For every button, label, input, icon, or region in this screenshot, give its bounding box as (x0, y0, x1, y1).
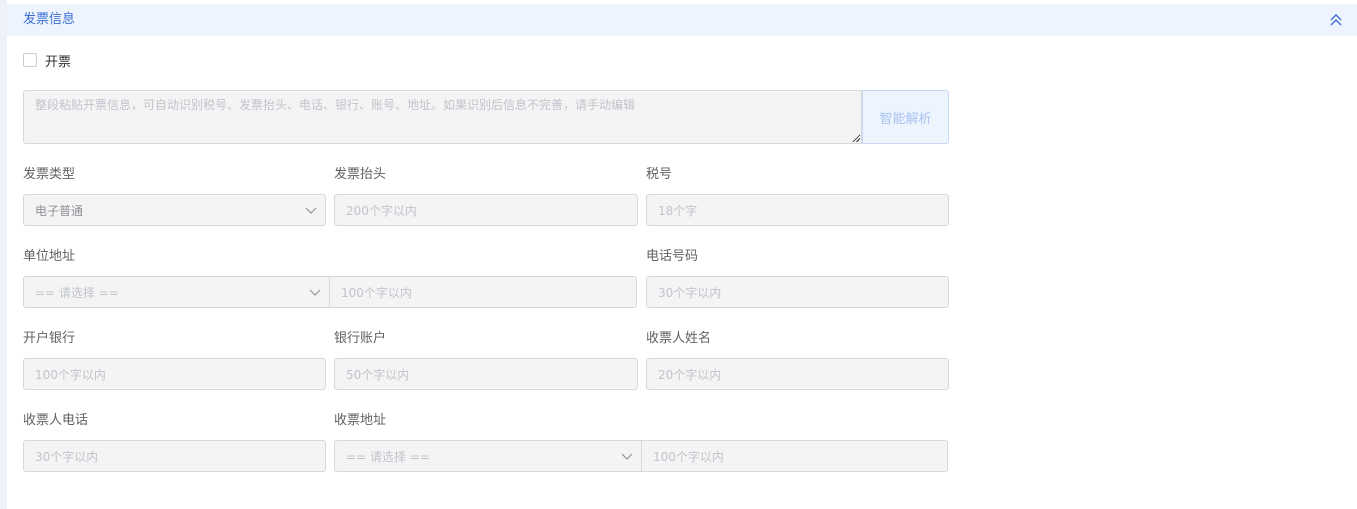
phone-input[interactable]: 30个字以内 (646, 276, 949, 308)
invoice-type-label: 发票类型 (23, 167, 76, 182)
resize-grip-icon[interactable] (852, 134, 860, 142)
invoice-title-input[interactable]: 200个字以内 (334, 194, 638, 226)
chevron-down-icon (621, 453, 633, 460)
company-address-label: 单位地址 (23, 249, 76, 264)
bank-input[interactable]: 100个字以内 (23, 358, 326, 390)
invoice-title-placeholder: 200个字以内 (346, 203, 417, 218)
receiver-phone-input[interactable]: 30个字以内 (23, 440, 326, 472)
bank-placeholder: 100个字以内 (35, 367, 106, 382)
invoice-checkbox-label: 开票 (45, 54, 72, 70)
company-address-placeholder: 100个字以内 (341, 285, 412, 300)
company-address-detail-input[interactable]: 100个字以内 (329, 276, 637, 308)
receiver-address-select-placeholder: == 请选择 == (346, 449, 430, 464)
receiver-phone-placeholder: 30个字以内 (35, 449, 99, 464)
invoice-type-value: 电子普通 (35, 203, 84, 218)
company-address-select-placeholder: == 请选择 == (35, 285, 119, 300)
receiver-address-detail-input[interactable]: 100个字以内 (641, 440, 948, 472)
receiver-address-region-select[interactable]: == 请选择 == (334, 440, 642, 472)
bank-account-input[interactable]: 50个字以内 (334, 358, 638, 390)
receiver-name-placeholder: 20个字以内 (658, 367, 722, 382)
tax-number-label: 税号 (646, 167, 673, 182)
receiver-phone-label: 收票人电话 (23, 413, 89, 428)
tax-number-placeholder: 18个字 (658, 203, 698, 218)
receiver-address-placeholder: 100个字以内 (653, 449, 724, 464)
paste-invoice-textarea[interactable]: 整段粘贴开票信息，可自动识别税号、发票抬头、电话、银行、账号、地址。如果识别后信… (23, 90, 862, 144)
invoice-section: 发票信息 开票 整段粘贴开票信息，可自动识别税号、发票抬头、电话、银行、账号、地… (0, 0, 1357, 509)
phone-placeholder: 30个字以内 (658, 285, 722, 300)
bank-label: 开户银行 (23, 331, 76, 346)
smart-parse-button[interactable]: 智能解析 (862, 90, 949, 144)
section-title: 发票信息 (23, 12, 76, 27)
paste-placeholder: 整段粘贴开票信息，可自动识别税号、发票抬头、电话、银行、账号、地址。如果识别后信… (35, 98, 636, 112)
receiver-name-input[interactable]: 20个字以内 (646, 358, 949, 390)
invoice-type-select[interactable]: 电子普通 (23, 194, 326, 226)
chevron-down-icon (305, 207, 317, 214)
section-header[interactable]: 发票信息 (7, 4, 1357, 36)
receiver-name-label: 收票人姓名 (646, 331, 712, 346)
tax-number-input[interactable]: 18个字 (646, 194, 949, 226)
bank-account-placeholder: 50个字以内 (346, 367, 410, 382)
phone-label: 电话号码 (646, 249, 699, 264)
left-edge-strip (0, 0, 7, 509)
invoice-title-label: 发票抬头 (334, 167, 387, 182)
company-address-region-select[interactable]: == 请选择 == (23, 276, 330, 308)
receiver-address-label: 收票地址 (334, 413, 387, 428)
bank-account-label: 银行账户 (334, 331, 387, 346)
invoice-checkbox-row[interactable]: 开票 (23, 50, 71, 70)
chevron-down-icon (309, 289, 321, 296)
invoice-checkbox[interactable] (23, 53, 37, 67)
double-chevron-up-icon[interactable] (1329, 13, 1343, 27)
